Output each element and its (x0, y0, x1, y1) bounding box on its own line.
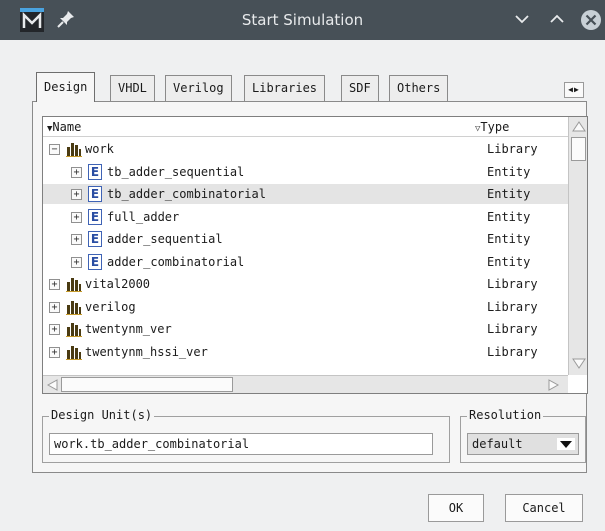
expand-icon[interactable]: + (49, 279, 60, 290)
resolution-value: default (472, 437, 523, 451)
tree-item-type: Library (487, 322, 538, 336)
maximize-icon[interactable] (547, 9, 567, 29)
entity-icon: E (88, 231, 102, 247)
tab-design-label: Design (44, 80, 88, 94)
tree-item-type: Entity (487, 209, 531, 224)
tree-item-name: full_adder (107, 209, 180, 224)
tree-row-adder-sequential[interactable]: + Eadder_sequential Entity (43, 229, 568, 249)
tab-verilog-label: Verilog (173, 81, 224, 95)
tree-item-name: twentynm_ver (85, 322, 172, 336)
tab-verilog[interactable]: Verilog (165, 75, 232, 101)
tab-scroll-right-icon[interactable]: ▶ (574, 85, 580, 94)
design-unit-input[interactable]: work.tb_adder_combinatorial (49, 433, 433, 455)
tree-row-vital2000[interactable]: + vital2000 Library (43, 274, 568, 294)
tab-vhdl-label: VHDL (118, 81, 147, 95)
tree-item-type: Library (487, 142, 538, 156)
title-bar[interactable]: Start Simulation (0, 0, 605, 40)
tab-sdf[interactable]: SDF (341, 75, 379, 101)
close-icon[interactable] (580, 9, 602, 31)
tree-item-type: Entity (487, 232, 531, 246)
tab-vhdl[interactable]: VHDL (110, 75, 155, 101)
tree-item-type: Library (487, 277, 538, 291)
expand-icon[interactable]: + (49, 301, 60, 313)
expand-icon[interactable]: + (49, 324, 60, 335)
entity-icon: E (88, 253, 102, 270)
library-icon (66, 143, 82, 157)
vertical-scroll-thumb[interactable] (571, 137, 586, 161)
library-icon (66, 300, 82, 315)
tree-item-name: adder_sequential (107, 232, 223, 246)
library-icon (66, 345, 82, 360)
tree-row-full-adder[interactable]: + Efull_adder Entity (43, 207, 568, 227)
tab-libraries-label: Libraries (252, 81, 318, 95)
tab-libraries[interactable]: Libraries (244, 75, 326, 101)
tree-item-name: adder_combinatorial (107, 254, 245, 269)
scroll-up-icon[interactable] (571, 119, 587, 133)
scroll-down-icon[interactable] (571, 357, 587, 371)
expand-icon[interactable]: + (71, 189, 82, 200)
expand-icon[interactable]: + (71, 256, 82, 268)
tree-row-tb-adder-sequential[interactable]: + Etb_adder_sequential Entity (43, 162, 568, 182)
tree-item-name: work (85, 142, 114, 156)
expand-icon[interactable]: + (71, 211, 82, 223)
tree-row-adder-combinatorial[interactable]: + Eadder_combinatorial Entity (43, 252, 568, 272)
scroll-right-icon[interactable] (547, 378, 561, 392)
expand-icon[interactable]: + (49, 346, 60, 358)
scroll-left-icon[interactable] (45, 378, 59, 392)
tree-row-twentynm-ver[interactable]: + twentynm_ver Library (43, 319, 568, 339)
column-header-type[interactable]: ▽Type (475, 120, 509, 134)
tab-design[interactable]: Design (36, 72, 96, 102)
ok-button[interactable]: OK (428, 494, 484, 522)
design-unit-legend: Design Unit(s) (49, 408, 155, 422)
expand-icon[interactable]: + (71, 166, 82, 178)
tree-item-name: vital2000 (85, 277, 151, 291)
tree-row-twentynm-hssi-ver[interactable]: + twentynm_hssi_ver Library (43, 342, 568, 362)
tree-item-name: tb_adder_combinatorial (107, 187, 266, 201)
tree-row-verilog[interactable]: + verilog Library (43, 297, 568, 317)
entity-icon: E (88, 208, 102, 225)
tree-header: ▼Name ▽Type (43, 117, 568, 137)
tab-scroll-arrows[interactable]: ◀▶ (564, 82, 584, 98)
tree-item-name: tb_adder_sequential (107, 164, 245, 179)
resolution-select[interactable]: default (467, 433, 579, 455)
library-icon (66, 323, 82, 337)
minimize-icon[interactable] (512, 9, 532, 29)
tree-item-type: Entity (487, 254, 531, 269)
expand-icon[interactable]: + (71, 234, 82, 245)
tree-row-work[interactable]: − work Library (43, 139, 568, 159)
tree-row-tb-adder-combinatorial[interactable]: + Etb_adder_combinatorial Entity (43, 184, 568, 204)
tree-item-type: Library (487, 299, 538, 314)
tree-item-type: Entity (487, 187, 531, 201)
tree-item-type: Library (487, 344, 538, 359)
library-icon (66, 278, 82, 292)
resolution-legend: Resolution (467, 408, 544, 422)
tree-item-name: verilog (85, 299, 136, 314)
entity-icon: E (88, 186, 102, 202)
resolution-group: Resolution default (460, 408, 586, 463)
library-tree[interactable]: ▼Name ▽Type − work Library + Etb_adder_seque… (42, 116, 588, 394)
horizontal-scroll-thumb[interactable] (61, 377, 233, 392)
dropdown-arrow-icon[interactable] (557, 438, 575, 450)
tree-vertical-scrollbar[interactable] (568, 117, 587, 375)
tab-sdf-label: SDF (349, 81, 371, 95)
cancel-button[interactable]: Cancel (505, 494, 583, 522)
tree-horizontal-scrollbar[interactable] (43, 375, 568, 393)
tab-others-label: Others (397, 81, 441, 95)
collapse-icon[interactable]: − (49, 144, 60, 155)
design-unit-group: Design Unit(s) work.tb_adder_combinatori… (42, 408, 450, 463)
tab-others[interactable]: Others (389, 75, 449, 101)
tree-item-type: Entity (487, 164, 531, 179)
column-header-name[interactable]: ▼Name (47, 120, 81, 134)
entity-icon: E (88, 163, 102, 180)
tree-item-name: twentynm_hssi_ver (85, 344, 208, 359)
